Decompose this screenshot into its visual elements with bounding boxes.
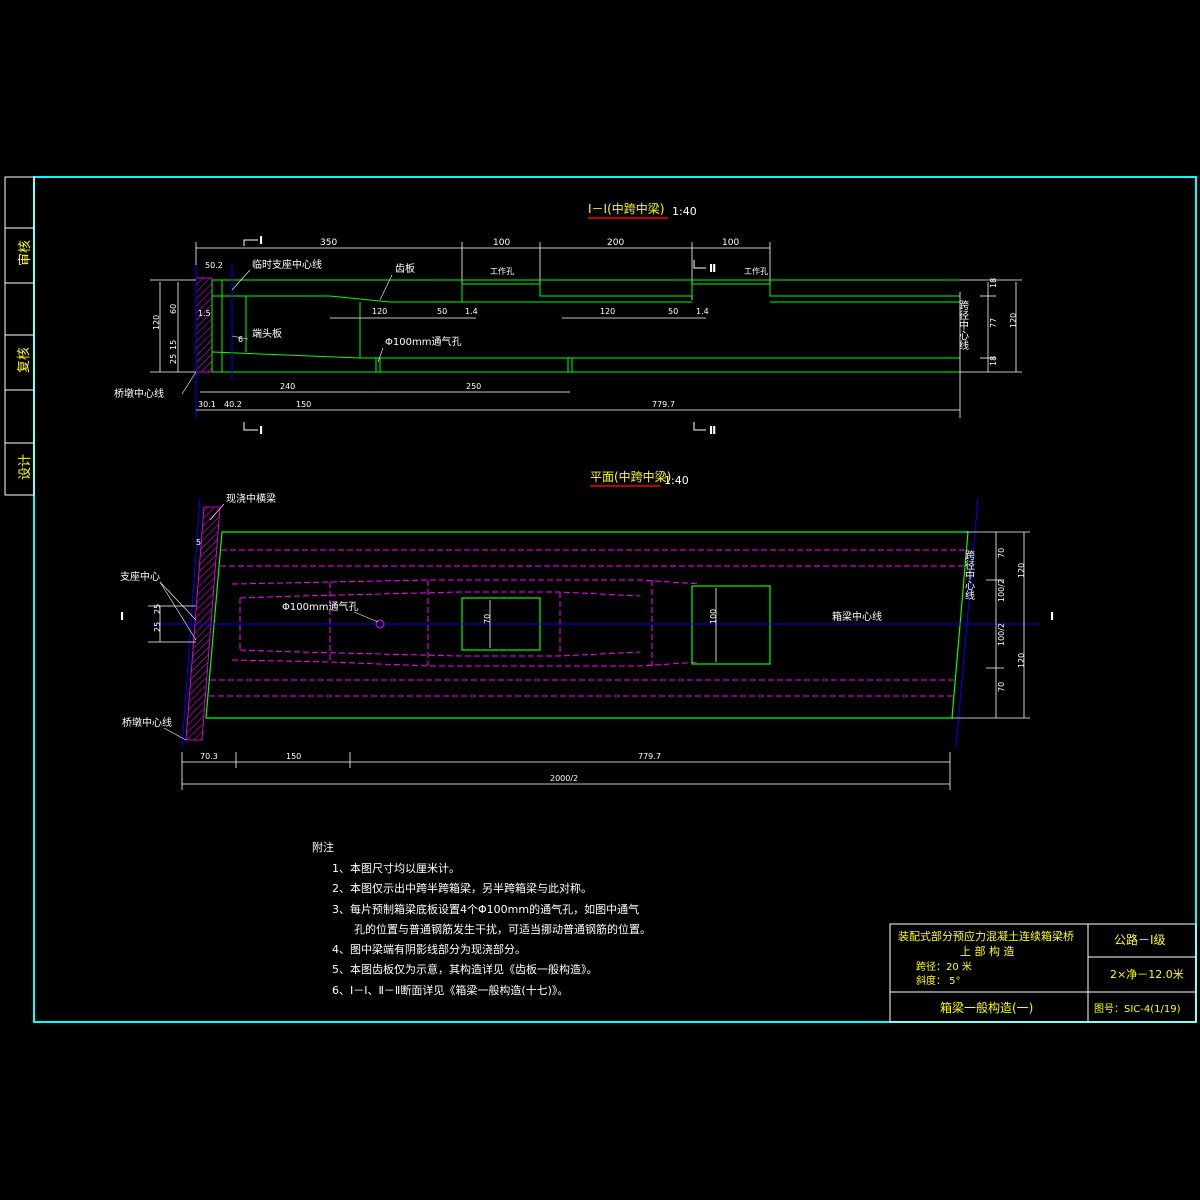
cut-II-top: Ⅱ [709,262,716,275]
dim-350: 350 [320,238,337,248]
note-4: 4、图中梁端有阴影线部分为现浇部分。 [332,942,526,956]
tb-load-class: 公路－Ⅰ级 [1114,932,1166,947]
tb-width: 2×净－12.0米 [1110,967,1184,981]
plan-dim-70-top: 70 [997,548,1006,558]
label-cast-diaphragm: 现浇中横梁 [226,492,276,505]
sec-dim-150: 150 [296,400,311,409]
plan-work-holes [461,585,771,665]
sec-dim-120a: 120 [372,307,387,316]
cut-II-bottom: Ⅱ [709,424,716,437]
plan-dim-100-2-bot: 100/2 [997,623,1006,646]
label-end-plate: 端头板 [252,327,282,340]
side-label-design: 设计 [18,454,33,480]
sec-dim-50.2: 50.2 [205,261,223,270]
label-work-hole-2: 工作孔 [744,266,768,276]
note-1: 1、本图尺寸均以厘米计。 [332,861,460,875]
notes: 附注 1、本图尺寸均以厘米计。 2、本图仅示出中跨半跨箱梁，另半跨箱梁与此对称。… [312,840,651,997]
plan-dim-150: 150 [286,752,301,761]
sec-dim-120-right: 120 [1009,313,1018,328]
sec-dim-120b: 120 [600,307,615,316]
plan-dim-779.7: 779.7 [638,752,661,761]
label-vent-hole-section: Φ100mm通气孔 [385,335,461,348]
label-span-center-plan: 跨径中心线 [963,550,975,600]
sec-dim-120-left: 120 [152,315,161,330]
tb-drawing-name: 箱梁一般构造(一) [940,1000,1033,1015]
note-3b: 孔的位置与普通钢筋发生干扰，可适当挪动普通钢筋的位置。 [354,922,651,936]
note-3: 3、每片预制箱梁底板设置4个Φ100mm的通气孔，如图中通气 [332,902,639,916]
plan-dim-25b: 25 [153,622,162,632]
sec-dim-60: 60 [169,304,178,314]
plan-dim-120-top: 120 [1017,563,1026,578]
label-vent-hole-plan: Φ100mm通气孔 [282,600,358,613]
sec-dim-50b: 50 [668,307,678,316]
svg-text:Ⅰ－Ⅰ(中跨中梁): Ⅰ－Ⅰ(中跨中梁) [588,201,664,216]
sec-dim-15: 15 [169,340,178,350]
tb-part: 上 部 构 造 [960,944,1015,958]
title-block: 装配式部分预应力混凝土连续箱梁桥 上 部 构 造 跨径：20 米 斜度： 5° … [898,929,1184,1015]
plan-dim-70.3: 70.3 [200,752,218,761]
sec-dim-240: 240 [280,382,295,391]
side-label-check: 复核 [17,347,32,373]
svg-text:1:40: 1:40 [672,205,697,218]
plan-dim-100-2-top: 100/2 [997,579,1006,602]
section-top-dimensions [195,242,771,300]
note-2: 2、本图仅示出中跨半跨箱梁，另半跨箱梁与此对称。 [332,881,592,895]
svg-text:1:40: 1:40 [664,474,689,487]
sec-dim-18-bot: 18 [989,356,998,366]
tb-drawing-no: 图号：SIC-4(1/19) [1094,1003,1181,1015]
label-pier-center-plan: 桥墩中心线 [122,716,172,729]
section-cast-in-place [195,277,213,373]
plan-dim-100-hole: 100 [709,609,718,624]
plan-cut-I-left: Ⅰ [120,610,124,623]
section-girder [211,279,960,373]
cut-I-top: Ⅰ [259,234,263,247]
plan-girder-outline [205,531,969,719]
plan-dim-120-bot: 120 [1017,653,1026,668]
dim-100a: 100 [493,238,510,248]
sec-dim-6: 6 [238,335,243,344]
label-temp-support: 临时支座中心线 [252,258,322,271]
label-work-hole-1: 工作孔 [490,266,514,276]
plan-cut-I-right: Ⅰ [1050,610,1054,623]
plan-dim-25a: 25 [153,604,162,614]
plan-dim-70-bot: 70 [997,682,1006,692]
note-6: 6、Ⅰ－Ⅰ、Ⅱ－Ⅱ断面详见《箱梁一般构造(十七)》。 [332,983,568,997]
tb-skew: 斜度： 5° [916,974,961,987]
sec-dim-25: 25 [169,354,178,364]
sec-dim-30.1: 30.1 [198,400,216,409]
plan-dim-5: 5 [196,538,201,547]
dim-100b: 100 [722,238,739,248]
dim-200: 200 [607,238,624,248]
notes-title: 附注 [312,840,334,854]
sec-dim-1.4a: 1.4 [465,307,478,316]
sec-dim-250: 250 [466,382,481,391]
label-teeth-plate: 齿板 [395,262,415,275]
sec-dim-779.7: 779.7 [652,400,675,409]
drawing-sheet: 审核 复核 设计 Ⅰ－Ⅰ(中跨中梁) 1:40 350 100 200 100 … [4,176,1197,1023]
plan-dim-70-hole: 70 [483,614,492,624]
section-title: Ⅰ－Ⅰ(中跨中梁) 1:40 [588,201,697,219]
label-span-center-section: 跨径中心线 [957,300,969,350]
sec-dim-18-top: 18 [989,278,998,288]
label-girder-center: 箱梁中心线 [832,610,882,623]
note-5: 5、本图齿板仅为示意，其构造详见《齿板一般构造》。 [332,962,598,976]
tb-project: 装配式部分预应力混凝土连续箱梁桥 [898,929,1074,943]
tb-span: 跨径：20 米 [916,960,972,973]
sec-dim-77: 77 [989,318,998,328]
cut-I-bottom: Ⅰ [259,424,263,437]
sec-dim-1.4b: 1.4 [696,307,709,316]
side-label-review: 审核 [18,240,33,266]
sec-dim-40.2: 40.2 [224,400,242,409]
side-review-strip [4,176,35,496]
section-inner-dim-lines [150,279,1022,418]
sec-dim-50a: 50 [437,307,447,316]
sec-dim-1.5: 1.5 [198,309,211,318]
plan-hidden-lines [209,549,966,697]
plan-title: 平面(中跨中梁) 1:40 [590,469,689,487]
label-pier-center-section: 桥墩中心线 [114,387,164,400]
plan-axes [152,497,1040,749]
svg-text:平面(中跨中梁): 平面(中跨中梁) [590,469,671,484]
label-support-center: 支座中心 [120,570,160,583]
plan-dim-total: 2000/2 [550,774,578,783]
